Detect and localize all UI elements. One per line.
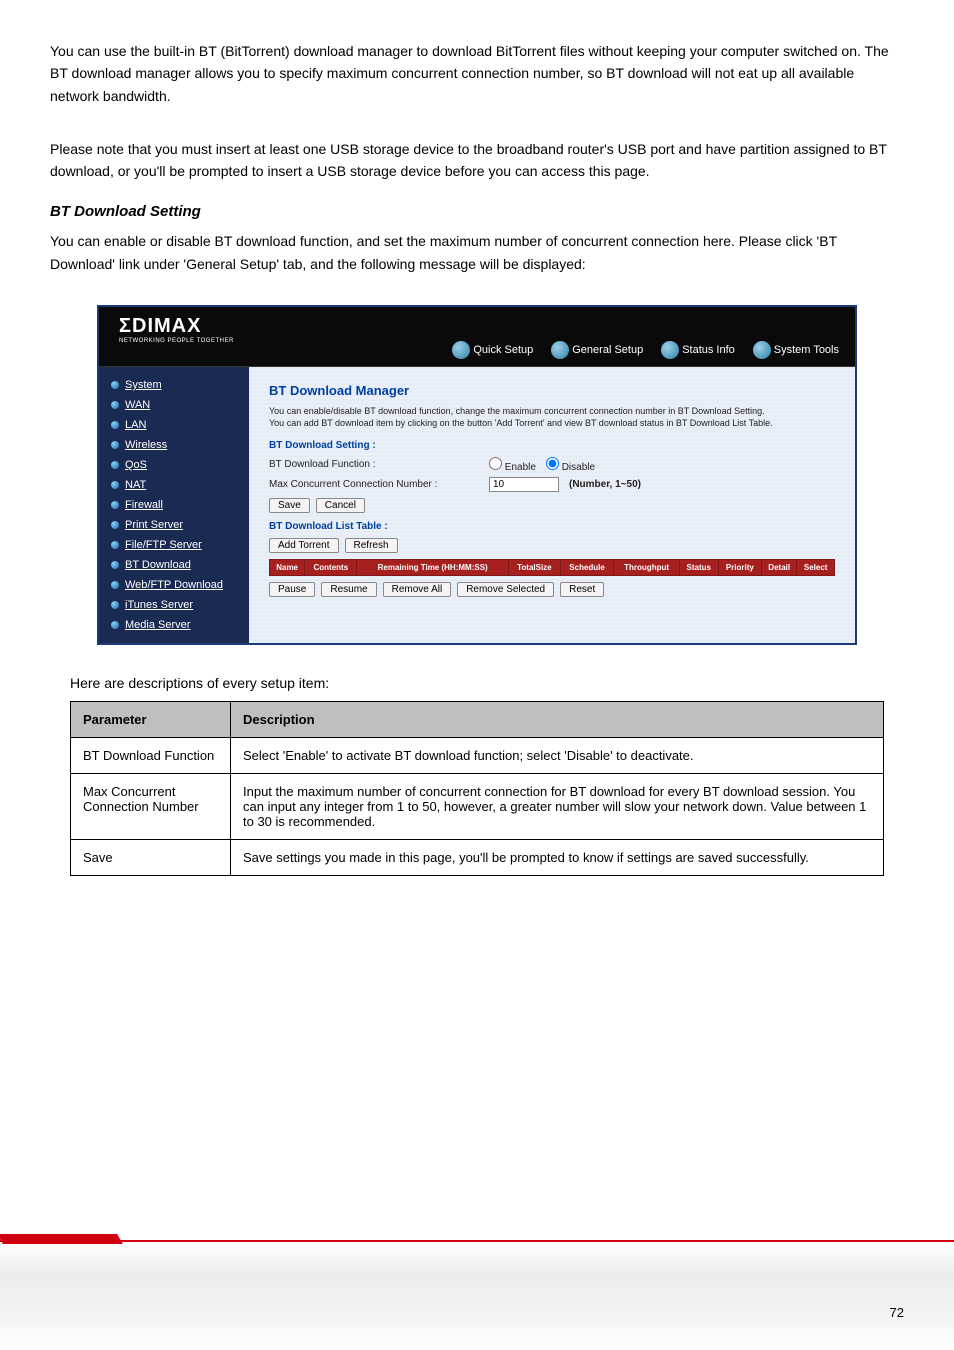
sidebar-item-wan[interactable]: WAN (99, 395, 249, 415)
bullet-icon (111, 621, 119, 629)
tab-quick-setup[interactable]: Quick Setup (446, 338, 539, 362)
sidebar-item-file-ftp[interactable]: File/FTP Server (99, 535, 249, 555)
bullet-icon (111, 461, 119, 469)
sidebar-item-firewall[interactable]: Firewall (99, 495, 249, 515)
main-panel: BT Download Manager You can enable/disab… (249, 367, 855, 643)
sidebar-item-web-ftp-dl[interactable]: Web/FTP Download (99, 575, 249, 595)
bullet-icon (111, 601, 119, 609)
th-schedule: Schedule (560, 559, 613, 575)
bullet-icon (111, 441, 119, 449)
th-remaining: Remaining Time (HH:MM:SS) (357, 559, 508, 575)
param-th-description: Description (231, 702, 884, 738)
save-button[interactable]: Save (269, 498, 310, 513)
param-intro: Here are descriptions of every setup ite… (70, 675, 884, 691)
radio-disable[interactable]: Disable (546, 457, 595, 473)
th-name: Name (270, 559, 305, 575)
th-contents: Contents (305, 559, 357, 575)
remove-selected-button[interactable]: Remove Selected (457, 582, 554, 597)
param-table: Parameter Description BT Download Functi… (70, 701, 884, 876)
param-name-0: BT Download Function (71, 738, 231, 774)
panel-title: BT Download Manager (269, 383, 835, 398)
sidebar-item-nat[interactable]: NAT (99, 475, 249, 495)
sidebar-item-itunes[interactable]: iTunes Server (99, 595, 249, 615)
bullet-icon (111, 541, 119, 549)
th-status: Status (679, 559, 718, 575)
th-detail: Detail (762, 559, 797, 575)
radio-enable[interactable]: Enable (489, 457, 536, 473)
remove-all-button[interactable]: Remove All (383, 582, 452, 597)
bullet-icon (111, 561, 119, 569)
panel-desc: You can enable/disable BT download funct… (269, 406, 835, 429)
cancel-button[interactable]: Cancel (316, 498, 365, 513)
bullet-icon (111, 501, 119, 509)
sidebar-item-media-server[interactable]: Media Server (99, 615, 249, 635)
th-totalsize: TotalSize (508, 559, 560, 575)
refresh-button[interactable]: Refresh (345, 538, 398, 553)
bullet-icon (111, 521, 119, 529)
globe-icon (661, 341, 679, 359)
tab-status-info[interactable]: Status Info (655, 338, 741, 362)
add-torrent-button[interactable]: Add Torrent (269, 538, 339, 553)
tab-system-tools[interactable]: System Tools (747, 338, 845, 362)
router-header: ΣDIMAX NETWORKING PEOPLE TOGETHER Quick … (99, 307, 855, 367)
pause-button[interactable]: Pause (269, 582, 315, 597)
max-conn-hint: (Number, 1~50) (569, 479, 641, 490)
globe-icon (753, 341, 771, 359)
intro-p3: You can enable or disable BT download fu… (50, 230, 904, 275)
resume-button[interactable]: Resume (321, 582, 376, 597)
page-footer (0, 1240, 954, 1350)
bullet-icon (111, 381, 119, 389)
param-th-parameter: Parameter (71, 702, 231, 738)
bullet-icon (111, 401, 119, 409)
globe-icon (452, 341, 470, 359)
bullet-icon (111, 581, 119, 589)
tab-general-setup[interactable]: General Setup (545, 338, 649, 362)
sidebar-item-lan[interactable]: LAN (99, 415, 249, 435)
sidebar-item-qos[interactable]: QoS (99, 455, 249, 475)
bt-func-label: BT Download Function : (269, 459, 479, 470)
th-priority: Priority (718, 559, 761, 575)
router-screenshot: ΣDIMAX NETWORKING PEOPLE TOGETHER Quick … (97, 305, 857, 645)
intro-p1: You can use the built-in BT (BitTorrent)… (50, 40, 904, 107)
param-desc-1: Input the maximum number of concurrent c… (231, 774, 884, 840)
param-desc-0: Select 'Enable' to activate BT download … (231, 738, 884, 774)
th-throughput: Throughput (614, 559, 680, 575)
subhead-bt-setting: BT Download Setting (50, 200, 904, 224)
list-label: BT Download List Table : (269, 521, 835, 532)
sidebar-item-print-server[interactable]: Print Server (99, 515, 249, 535)
bullet-icon (111, 481, 119, 489)
param-desc-2: Save settings you made in this page, you… (231, 840, 884, 876)
bullet-icon (111, 421, 119, 429)
logo: ΣDIMAX NETWORKING PEOPLE TOGETHER (119, 315, 234, 344)
download-list-table: Name Contents Remaining Time (HH:MM:SS) … (269, 559, 835, 576)
param-name-1: Max Concurrent Connection Number (71, 774, 231, 840)
globe-icon (551, 341, 569, 359)
max-conn-input[interactable] (489, 477, 559, 492)
th-select: Select (797, 559, 835, 575)
setting-label: BT Download Setting : (269, 440, 835, 451)
intro-p2: Please note that you must insert at leas… (50, 138, 904, 183)
reset-button[interactable]: Reset (560, 582, 604, 597)
param-name-2: Save (71, 840, 231, 876)
max-conn-label: Max Concurrent Connection Number : (269, 479, 479, 490)
sidebar: System WAN LAN Wireless QoS NAT Firewall… (99, 367, 249, 643)
sidebar-item-bt-download[interactable]: BT Download (99, 555, 249, 575)
page-number: 72 (890, 1305, 904, 1320)
sidebar-item-system[interactable]: System (99, 375, 249, 395)
sidebar-item-wireless[interactable]: Wireless (99, 435, 249, 455)
